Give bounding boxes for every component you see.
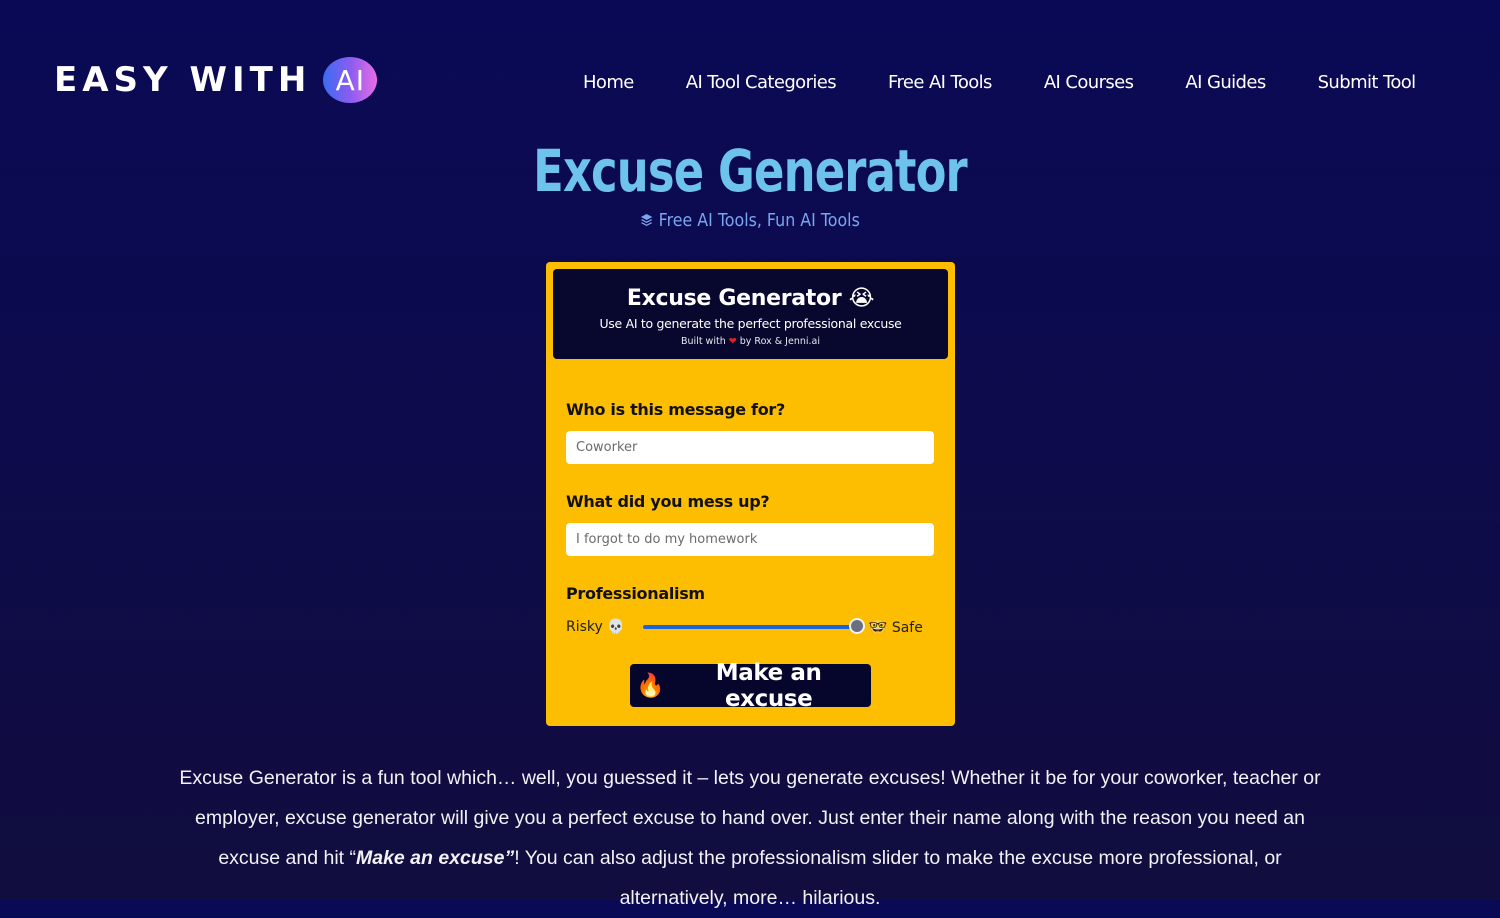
safe-label: 🤓 Safe <box>867 618 923 636</box>
tool-subtitle: Use AI to generate the perfect professio… <box>599 316 902 331</box>
page-categories: Free AI Tools, Fun AI Tools <box>90 209 1410 234</box>
professionalism-slider[interactable] <box>642 618 865 634</box>
layers-icon <box>640 210 653 234</box>
nav-ai-tool-categories[interactable]: AI Tool Categories <box>686 70 837 96</box>
recipient-input[interactable] <box>566 431 934 464</box>
credits-prefix: Built with <box>681 336 726 347</box>
slider-thumb[interactable] <box>848 618 865 634</box>
nav-home[interactable]: Home <box>583 70 634 96</box>
mistake-input[interactable] <box>566 523 934 556</box>
make-excuse-label: Make an excuse <box>715 659 822 712</box>
main-nav: Home AI Tool Categories Free AI Tools AI… <box>583 70 1416 96</box>
heart-icon: ❤ <box>728 336 737 347</box>
nav-submit-tool[interactable]: Submit Tool <box>1318 70 1417 96</box>
nav-ai-courses[interactable]: AI Courses <box>1044 70 1134 96</box>
tool-title-text: Excuse Generator <box>626 286 842 311</box>
recipient-label: Who is this message for? <box>566 400 785 419</box>
risky-text: Risky <box>566 619 603 635</box>
skull-icon: 💀 <box>607 619 625 635</box>
site-logo[interactable]: EASY WITH AI <box>54 56 378 104</box>
tool-title: Excuse Generator 😭 <box>553 269 948 313</box>
logo-text: EASY WITH <box>54 60 312 100</box>
risky-label: Risky 💀 <box>566 619 625 635</box>
nerd-face-icon: 🤓 <box>868 618 888 636</box>
crying-face-icon: 😭 <box>848 286 875 311</box>
description-emphasis: Make an excuse” <box>355 847 515 869</box>
mistake-label: What did you mess up? <box>566 492 770 511</box>
category-links[interactable]: Free AI Tools, Fun AI Tools <box>659 210 860 231</box>
safe-text: Safe <box>891 620 923 636</box>
professionalism-label: Professionalism <box>566 584 705 603</box>
nav-free-ai-tools[interactable]: Free AI Tools <box>888 70 992 96</box>
page-title: Excuse Generator <box>533 137 968 205</box>
professionalism-slider-row: Risky 💀 🤓 Safe <box>566 616 936 638</box>
logo-ai-badge: AI <box>323 57 378 103</box>
nav-ai-guides[interactable]: AI Guides <box>1185 70 1266 96</box>
credits-suffix: by Rox & Jenni.ai <box>739 336 820 347</box>
excuse-generator-tool: Excuse Generator 😭 Use AI to generate th… <box>546 262 955 726</box>
tool-credits: Built with ❤ by Rox & Jenni.ai <box>553 335 948 349</box>
tool-header: Excuse Generator 😭 Use AI to generate th… <box>553 269 948 359</box>
fire-icon: 🔥 <box>636 673 665 699</box>
tool-description: Excuse Generator is a fun tool which… we… <box>170 758 1330 918</box>
make-excuse-button[interactable]: 🔥 Make an excuse <box>630 660 871 712</box>
